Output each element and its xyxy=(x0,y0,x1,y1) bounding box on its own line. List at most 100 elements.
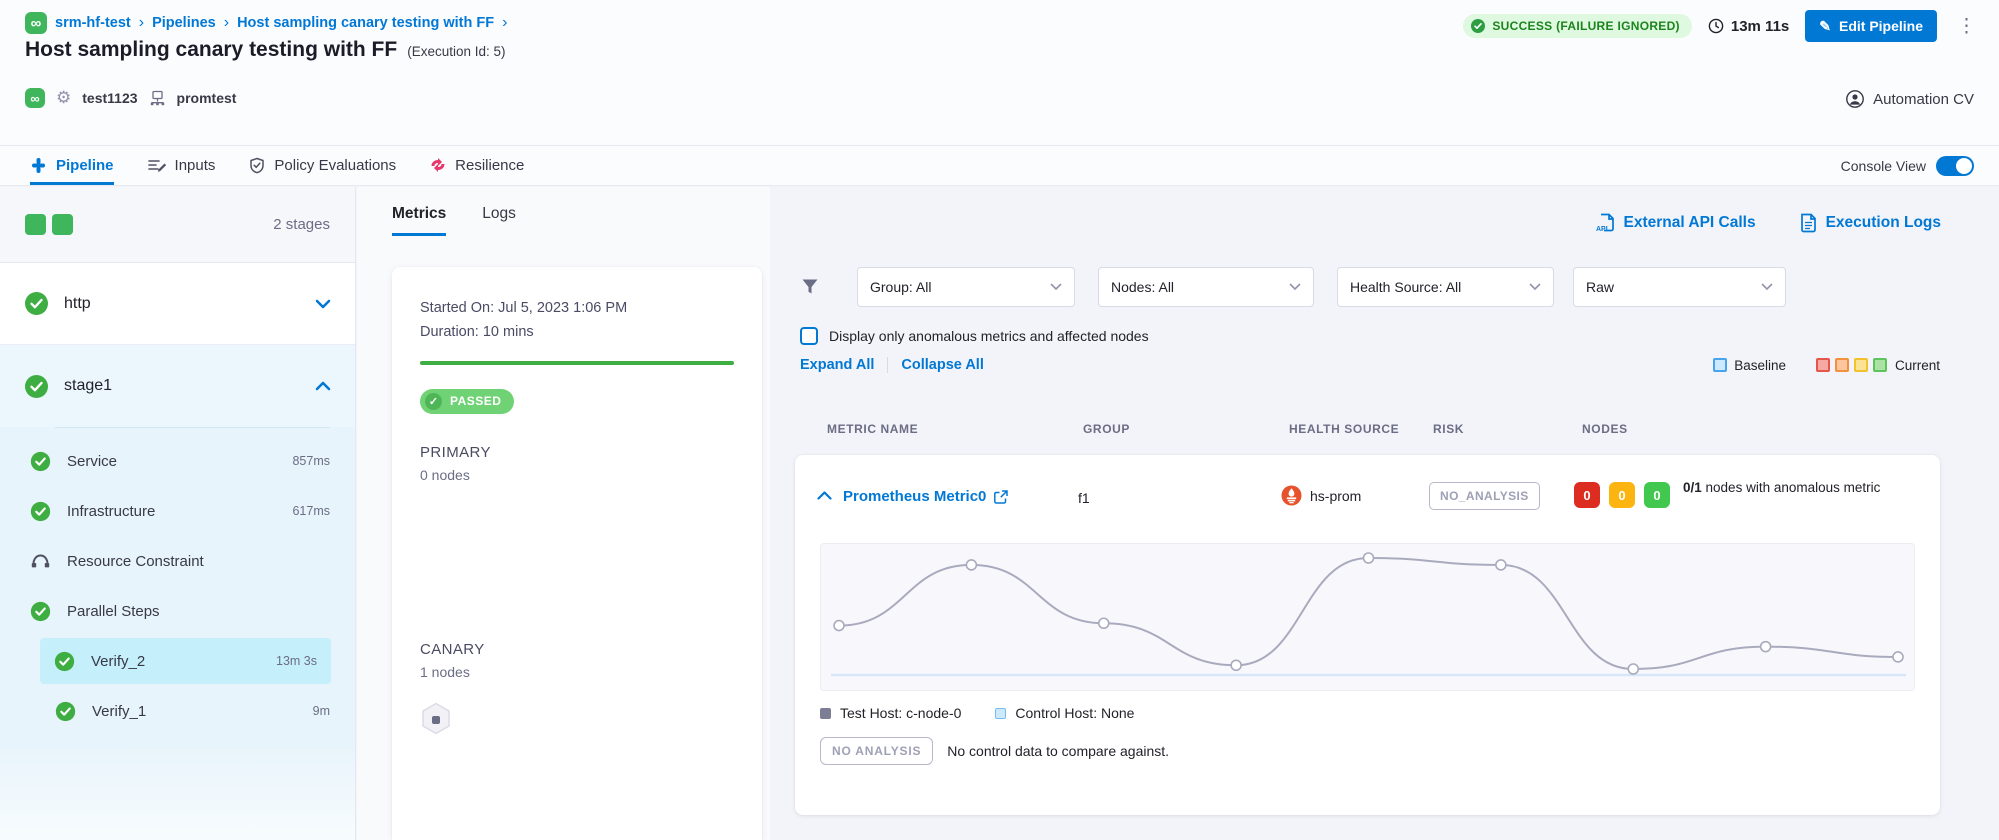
step-duration: 617ms xyxy=(292,504,330,518)
canary-label: CANARY xyxy=(420,641,734,658)
anomalous-text: nodes with anomalous metric xyxy=(1702,480,1881,495)
tab-inputs-label: Inputs xyxy=(175,157,216,174)
stage-name: http xyxy=(64,295,91,313)
cd-module-icon: ∞ xyxy=(25,88,45,108)
collapse-all-link[interactable]: Collapse All xyxy=(901,357,983,373)
console-view-toggle[interactable] xyxy=(1936,156,1974,176)
metric-row-card: Prometheus Metric0 f1 hs-prom NO_ANALYSI… xyxy=(795,455,1940,815)
metric-health-source: hs-prom xyxy=(1281,485,1361,506)
column-header-health-source: HEALTH SOURCE xyxy=(1289,422,1399,436)
chevron-down-icon xyxy=(1289,283,1301,291)
step-label: Infrastructure xyxy=(67,503,155,520)
primary-label: PRIMARY xyxy=(420,444,734,461)
analysis-status-row: NO ANALYSIS No control data to compare a… xyxy=(820,737,1169,765)
execution-logs-link[interactable]: Execution Logs xyxy=(1800,213,1941,233)
panel-links: API External API Calls Execution Logs xyxy=(1596,213,1942,233)
data-mode-dropdown[interactable]: Raw xyxy=(1573,267,1786,307)
tab-resilience[interactable]: Resilience xyxy=(430,146,524,185)
node-risk-counts: 0 0 0 xyxy=(1574,482,1670,508)
current-green-swatch-icon xyxy=(1873,358,1887,372)
anomalous-nodes-summary: 0/1 nodes with anomalous metric xyxy=(1683,478,1951,499)
step-item-service[interactable]: Service 857ms xyxy=(0,436,355,486)
green-count-badge: 0 xyxy=(1644,482,1670,508)
stage-square-icon xyxy=(25,214,46,235)
legend-baseline-label: Baseline xyxy=(1734,358,1786,373)
stage-item-stage1[interactable]: stage1 xyxy=(0,345,355,427)
progress-bar xyxy=(420,361,734,365)
execution-meta: ∞ ⚙ test1123 promtest xyxy=(25,88,236,108)
step-label: Verify_1 xyxy=(92,703,146,720)
environment-name: promtest xyxy=(177,90,237,106)
more-options-icon[interactable]: ⋮ xyxy=(1953,15,1981,38)
anomalous-checkbox-label: Display only anomalous metrics and affec… xyxy=(829,328,1149,344)
tab-inputs[interactable]: Inputs xyxy=(148,146,216,185)
external-api-calls-link[interactable]: API External API Calls xyxy=(1596,213,1756,233)
shield-check-icon xyxy=(249,157,265,174)
tab-pipeline-label: Pipeline xyxy=(56,157,114,174)
tab-policy-evaluations[interactable]: Policy Evaluations xyxy=(249,146,396,185)
breadcrumb-project[interactable]: srm-hf-test xyxy=(55,15,131,31)
tab-metrics[interactable]: Metrics xyxy=(392,205,446,236)
anomalous-checkbox[interactable] xyxy=(800,327,818,345)
group-filter-value: Group: All xyxy=(870,279,931,295)
triggered-by-label: Automation CV xyxy=(1873,91,1974,108)
step-duration: 9m xyxy=(313,704,330,718)
tab-pipeline[interactable]: Pipeline xyxy=(30,146,114,185)
stage-count: 2 stages xyxy=(273,216,330,233)
canary-node-hexagon[interactable] xyxy=(420,702,734,738)
metric-row: Prometheus Metric0 f1 hs-prom NO_ANALYSI… xyxy=(795,455,1940,543)
filter-bar: Group: All Nodes: All Health Source: All… xyxy=(800,267,1786,307)
app-root: ∞ srm-hf-test › Pipelines › Host samplin… xyxy=(0,0,1999,840)
breadcrumb-pipeline-name[interactable]: Host sampling canary testing with FF xyxy=(237,15,494,31)
service-name: test1123 xyxy=(82,90,137,106)
yellow-count-badge: 0 xyxy=(1609,482,1635,508)
column-header-nodes: NODES xyxy=(1582,422,1628,436)
chevron-down-icon xyxy=(1529,283,1541,291)
triggered-by: Automation CV xyxy=(1846,90,1974,108)
step-label: Verify_2 xyxy=(91,653,145,670)
stage-name: stage1 xyxy=(64,377,112,395)
chevron-up-icon[interactable] xyxy=(315,381,331,391)
risk-badge: NO_ANALYSIS xyxy=(1429,482,1540,510)
elapsed-time-label: 13m 11s xyxy=(1731,18,1789,35)
success-check-icon xyxy=(24,374,49,399)
tab-logs[interactable]: Logs xyxy=(482,205,516,236)
breadcrumb-pipelines[interactable]: Pipelines xyxy=(152,15,216,31)
metric-name-link[interactable]: Prometheus Metric0 xyxy=(843,488,1008,505)
filter-funnel-icon[interactable] xyxy=(800,277,820,297)
column-header-group: GROUP xyxy=(1083,422,1130,436)
header-actions: SUCCESS (FAILURE IGNORED) 13m 11s ✎ Edit… xyxy=(1463,10,1981,42)
metrics-table-header: METRIC NAME GROUP HEALTH SOURCE RISK NOD… xyxy=(770,422,1999,440)
group-filter-dropdown[interactable]: Group: All xyxy=(857,267,1075,307)
clock-icon xyxy=(1708,18,1724,34)
console-view-label: Console View xyxy=(1841,158,1926,174)
edit-pipeline-button[interactable]: ✎ Edit Pipeline xyxy=(1805,10,1937,42)
prometheus-icon xyxy=(1281,485,1302,506)
current-red-swatch-icon xyxy=(1816,358,1830,372)
expand-all-link[interactable]: Expand All xyxy=(800,357,874,373)
step-label: Service xyxy=(67,453,117,470)
chevron-down-icon[interactable] xyxy=(315,299,331,309)
health-source-filter-value: Health Source: All xyxy=(1350,279,1461,295)
metric-group: f1 xyxy=(1078,490,1090,506)
step-item-parallel-steps[interactable]: Parallel Steps xyxy=(0,586,355,636)
nodes-filter-value: Nodes: All xyxy=(1111,279,1174,295)
breadcrumb-chevron-icon: › xyxy=(502,14,507,32)
nodes-filter-dropdown[interactable]: Nodes: All xyxy=(1098,267,1314,307)
external-link-icon[interactable] xyxy=(994,490,1008,504)
collapse-chevron-up-icon[interactable] xyxy=(817,491,832,500)
step-item-verify-1[interactable]: Verify_1 9m xyxy=(0,686,355,736)
health-source-filter-dropdown[interactable]: Health Source: All xyxy=(1337,267,1554,307)
stage-square-icon xyxy=(52,214,73,235)
logs-document-icon xyxy=(1800,213,1817,233)
step-item-infrastructure[interactable]: Infrastructure 617ms xyxy=(0,486,355,536)
step-item-verify-2[interactable]: Verify_2 13m 3s xyxy=(40,638,331,684)
external-api-calls-label: External API Calls xyxy=(1624,214,1756,232)
chevron-down-icon xyxy=(1050,283,1062,291)
stage-item-http[interactable]: http xyxy=(0,263,355,345)
svg-text:API: API xyxy=(1596,226,1608,233)
metric-timeseries-chart[interactable] xyxy=(820,543,1915,691)
step-item-resource-constraint[interactable]: Resource Constraint xyxy=(0,536,355,586)
canary-node-count: 1 nodes xyxy=(420,664,734,680)
baseline-swatch-icon xyxy=(1713,358,1727,372)
